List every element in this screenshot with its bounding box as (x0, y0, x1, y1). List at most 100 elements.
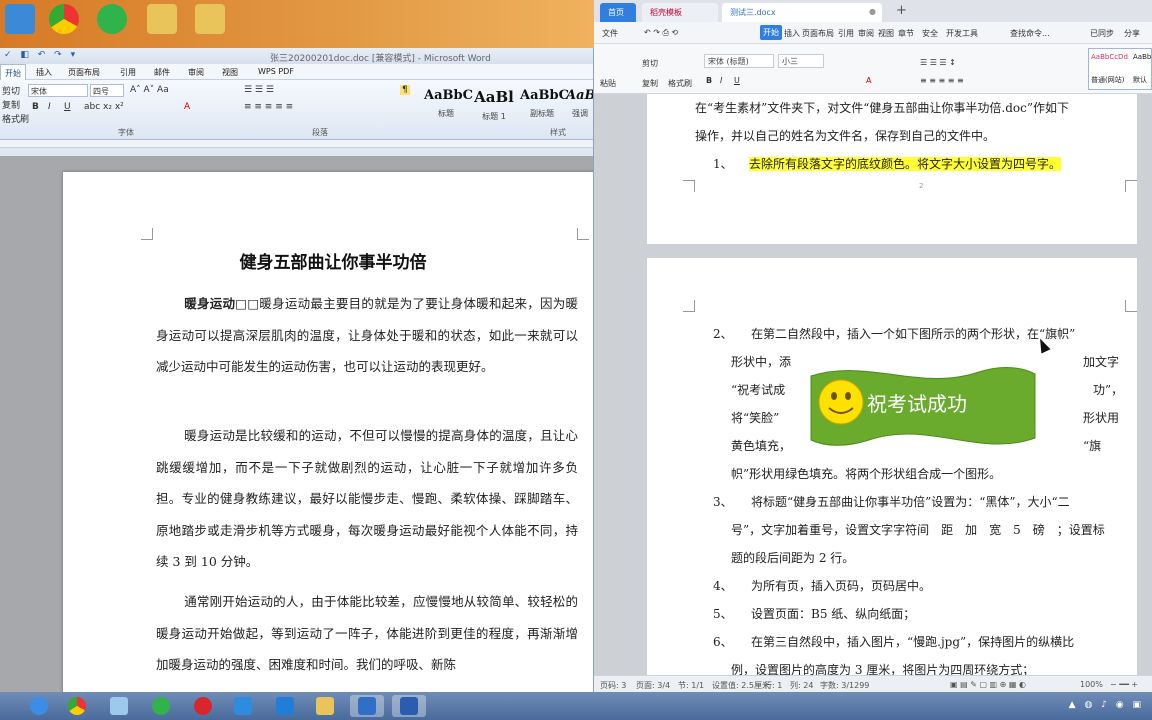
folder-desktop-icon[interactable] (190, 4, 230, 44)
tab-document[interactable]: 测试三.docx ● (722, 3, 882, 22)
start-button[interactable] (22, 695, 56, 717)
wps-document-area[interactable]: 在“考生素材”文件夹下，对文件“健身五部曲让你事半功倍.doc”作如下 操作，并… (594, 94, 1152, 675)
show-marks-button[interactable]: ¶ (400, 85, 410, 95)
bold-button[interactable]: B (32, 102, 39, 112)
zoom-level[interactable]: 100% (1080, 680, 1103, 689)
strikethrough-button[interactable]: abc x₂ x² (84, 102, 124, 112)
computer-desktop-icon[interactable] (0, 4, 40, 44)
taskbar-netease[interactable] (186, 695, 220, 717)
wps-font-size-select[interactable]: 小三 (778, 54, 824, 68)
font-name-select[interactable]: 宋体 (28, 84, 88, 97)
chrome-desktop-icon[interactable] (44, 4, 84, 44)
item-3-line-b: 号”，文字加着重号，设置文字字符间 距 加 宽 5 磅 ；设置标 (731, 523, 1105, 537)
undo-redo-icons[interactable]: ↶ ↷ ⎙ ⟲ (644, 28, 678, 38)
close-tab-icon[interactable]: ● (869, 7, 876, 16)
menu-view[interactable]: 视图 (878, 28, 894, 39)
item-3-number: 3、 (713, 495, 733, 509)
folder-desktop-icon[interactable] (142, 4, 182, 44)
menu-references[interactable]: 引用 (838, 28, 854, 39)
flag-and-smiley-group[interactable]: 祝考试成功 (809, 362, 1037, 450)
paragraph-1: 暖身运动□□暖身运动最主要目的就是为了要让身体暖和起来，因为暖身运动可以提高深层… (156, 288, 578, 383)
menu-page-layout[interactable]: 页面布局 (802, 28, 834, 39)
styles-group-label: 样式 (550, 128, 566, 137)
taskbar-360[interactable] (144, 695, 178, 717)
word-window: ✓ ◧ ↶ ↷ ▾ 张三20200201doc.doc [兼容模式] - Mic… (0, 48, 594, 692)
status-setting: 设置值: 2.5厘米 (712, 681, 770, 690)
taskbar-word[interactable] (392, 695, 426, 717)
font-color-button[interactable]: A (184, 102, 190, 112)
wps-copy-button[interactable]: 复制 (642, 78, 658, 89)
italic-button[interactable]: I (48, 102, 51, 112)
tab-insert[interactable]: 插入 (36, 67, 52, 78)
tab-mailings[interactable]: 邮件 (154, 67, 170, 78)
wps-bold-button[interactable]: B (706, 76, 712, 85)
style-emphasis[interactable]: AaBbC强调 (566, 84, 593, 122)
tab-wps-pdf[interactable]: WPS PDF (258, 67, 294, 76)
wps-page-2[interactable]: 在“考生素材”文件夹下，对文件“健身五部曲让你事半功倍.doc”作如下 操作，并… (647, 94, 1137, 244)
tab-home[interactable]: 开始 (0, 64, 26, 80)
wps-list-buttons[interactable]: ☰ ☰ ☰ ↕ (920, 58, 956, 67)
wps-format-painter-button[interactable]: 格式刷 (668, 78, 692, 89)
tab-wps-home[interactable]: 首页 (600, 3, 636, 22)
tab-view[interactable]: 视图 (222, 67, 238, 78)
command-search[interactable]: 查找命令... (1010, 28, 1050, 39)
item-2-line-d1: 将“笑脸” (731, 411, 780, 425)
item-2-line-e1: 黄色填充， (731, 439, 792, 453)
360-desktop-icon[interactable] (92, 4, 132, 44)
item-2-line-d2: 形状用 (1083, 411, 1120, 425)
taskbar-chrome[interactable] (60, 695, 94, 717)
style-subtitle[interactable]: AaBbC 副标题 (520, 84, 569, 122)
paragraph-3-text: 通常刚开始运动的人，由于体能比较差，应慢慢地从较简单、较轻松的暖身运动开始做起，… (156, 594, 578, 672)
taskbar-app[interactable] (226, 695, 260, 717)
wps-page-3[interactable]: 2、 在第二自然段中，插入一个如下图所示的两个形状，在“旗帜” 形状中，添 加文… (647, 258, 1137, 675)
wps-font-name-select[interactable]: 宋体 (标题) (704, 54, 774, 68)
wps-font-color-button[interactable]: A (866, 76, 871, 85)
menu-review[interactable]: 审阅 (858, 28, 874, 39)
font-grow-shrink-buttons[interactable]: A˄ A˅ Aa (130, 85, 169, 95)
menu-security[interactable]: 安全 (922, 28, 938, 39)
wps-align-buttons[interactable]: ≡ ≡ ≡ ≡ ≡ (920, 76, 964, 85)
tab-references[interactable]: 引用 (120, 67, 136, 78)
wps-underline-button[interactable]: U (734, 76, 740, 85)
menu-developer[interactable]: 开发工具 (946, 28, 978, 39)
wps-status-bar: 页码: 3 页面: 3/4 节: 1/1 设置值: 2.5厘米 行: 1 列: … (594, 675, 1152, 692)
font-size-select[interactable]: 四号 (90, 84, 124, 97)
word-document-area[interactable]: 健身五部曲让你事半功倍 暖身运动□□暖身运动最主要目的就是为了要让身体暖和起来，… (0, 156, 593, 692)
taskbar-folder[interactable] (308, 695, 342, 717)
menu-insert[interactable]: 插入 (784, 28, 800, 39)
menu-start[interactable]: 开始 (760, 25, 782, 40)
cut-button[interactable]: 剪切 (2, 84, 20, 97)
paragraph-2-text: 暖身运动是比较缓和的运动，不但可以慢慢的提高身体的温度，且让心跳缓缓增加，而不是… (156, 428, 578, 569)
status-section: 节: 1/1 (678, 681, 705, 690)
menu-synced[interactable]: 已同步 (1090, 28, 1114, 39)
zoom-controls[interactable]: − ━━ + (1110, 680, 1138, 689)
taskbar-explorer[interactable] (102, 695, 136, 717)
quick-access-toolbar[interactable]: ✓ ◧ ↶ ↷ ▾ (4, 50, 78, 60)
style-default-label: 默认 (1133, 76, 1147, 84)
tab-review[interactable]: 审阅 (188, 67, 204, 78)
style-title[interactable]: AaBbC 标题 (424, 84, 473, 122)
taskbar-wps[interactable] (350, 695, 384, 717)
wps-italic-button[interactable]: I (720, 76, 722, 85)
underline-button[interactable]: U (64, 102, 71, 112)
system-tray[interactable]: ▲ ◍ ♪ ◉ ▣ (1069, 700, 1144, 710)
menu-share[interactable]: 分享 (1124, 28, 1140, 39)
word-ribbon: 剪切 复制 格式刷 宋体 四号 A˄ A˅ Aa B I U abc x₂ x²… (0, 80, 593, 140)
format-painter-button[interactable]: 格式刷 (2, 112, 29, 125)
align-buttons[interactable]: ≡ ≡ ≡ ≡ ≡ (244, 102, 293, 112)
horizontal-ruler[interactable] (0, 140, 593, 148)
word-page[interactable]: 健身五部曲让你事半功倍 暖身运动□□暖身运动最主要目的就是为了要让身体暖和起来，… (63, 172, 593, 692)
menu-file[interactable]: 文件 (602, 28, 618, 39)
wps-cut-button[interactable]: 剪切 (642, 58, 658, 69)
menu-chapter[interactable]: 章节 (898, 28, 914, 39)
view-mode-icons[interactable]: ▣ ▤ ✎ ▢ ▥ ⊕ ▦ ◐ (950, 680, 1026, 689)
style-heading1[interactable]: AaBl 标题 1 (472, 84, 516, 122)
tab-page-layout[interactable]: 页面布局 (68, 67, 100, 78)
wps-paste-button[interactable]: 粘贴 (600, 78, 616, 89)
tab-docer-templates[interactable]: 稻壳模板 (642, 3, 718, 22)
copy-button[interactable]: 复制 (2, 98, 20, 111)
new-tab-icon[interactable]: + (896, 3, 907, 18)
list-buttons[interactable]: ☰ ☰ ☰ (244, 85, 274, 95)
taskbar-app[interactable] (268, 695, 302, 717)
wps-style-gallery[interactable]: AaBbCcDd 普通(网站) AaBb 默认 (1088, 48, 1152, 90)
